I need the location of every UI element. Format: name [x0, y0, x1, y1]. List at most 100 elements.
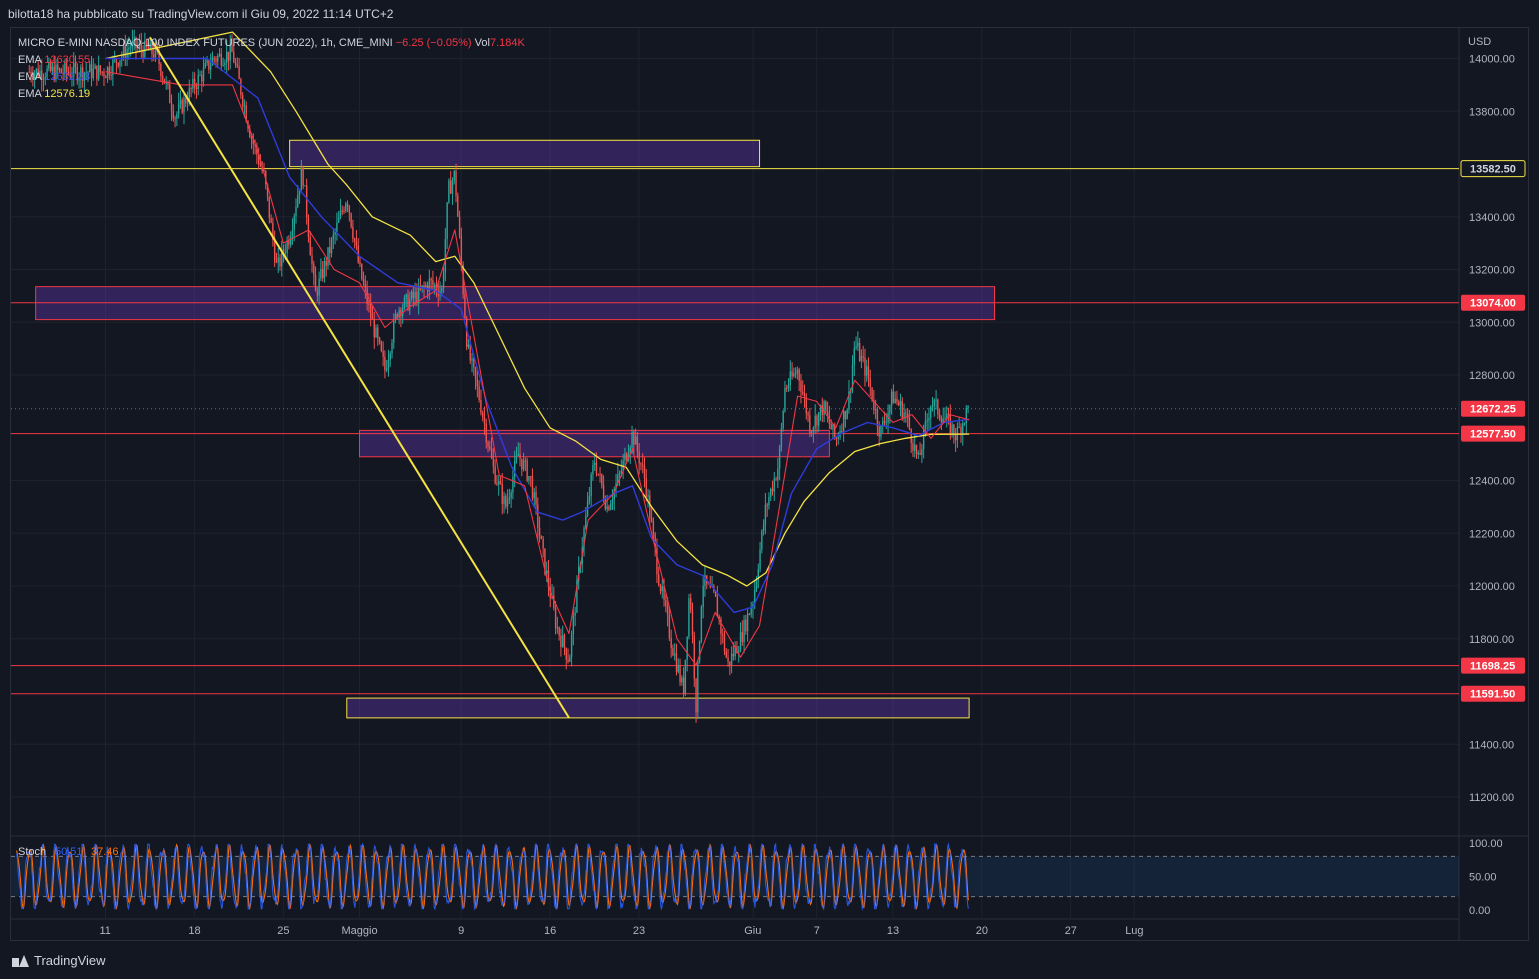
candle-body — [362, 279, 365, 284]
candle-body — [650, 518, 653, 522]
candle-body — [633, 431, 635, 445]
candle-body — [572, 615, 575, 634]
candle-body — [371, 317, 374, 320]
candle-body — [270, 218, 272, 223]
candle-body — [535, 492, 537, 505]
candle-body — [492, 458, 495, 467]
candle-body — [451, 180, 454, 194]
candle-body — [869, 379, 871, 388]
candle-body — [478, 386, 480, 400]
candle-body — [732, 653, 735, 657]
candle-body — [958, 426, 960, 428]
candle-body — [297, 194, 299, 208]
candle-body — [508, 497, 511, 500]
candle-body — [410, 291, 413, 300]
candle-body — [361, 264, 363, 280]
candle-body — [284, 252, 287, 254]
candle-body — [538, 527, 541, 536]
candle-body — [277, 257, 279, 263]
candle-body — [846, 409, 848, 419]
candle-body — [359, 262, 361, 265]
candle-body — [775, 478, 777, 480]
candle-body — [698, 641, 701, 662]
candle-body — [442, 272, 445, 289]
price-tick-label: 14000.00 — [1469, 54, 1515, 66]
candle-body — [305, 185, 308, 218]
axis-currency-label: USD — [1468, 36, 1491, 48]
candle-body — [606, 506, 608, 510]
candle-body — [474, 367, 477, 380]
candle-body — [944, 418, 946, 420]
candle-body — [634, 436, 637, 445]
candle-body — [901, 401, 903, 419]
candle-body — [503, 496, 505, 504]
candle-body — [384, 356, 386, 371]
price-level-badge-text: 13582.50 — [1470, 164, 1516, 176]
candle-body — [540, 535, 543, 539]
candle-body — [373, 319, 375, 338]
candle-body — [275, 261, 278, 263]
stoch-tick-label: 50.00 — [1469, 872, 1497, 884]
candle-body — [307, 217, 310, 238]
candle-body — [554, 607, 557, 629]
candle-body — [368, 303, 370, 305]
candle-body — [858, 342, 861, 362]
main-plot-area[interactable] — [11, 29, 1459, 723]
price-change: −6.25 (−0.05%) — [395, 37, 472, 49]
candle-body — [638, 451, 640, 464]
chart-svg[interactable]: USD14000.0013800.0013400.0013200.0013000… — [0, 0, 1539, 942]
candle-body — [574, 612, 576, 616]
candle-body — [453, 171, 455, 181]
stoch-plot-area[interactable] — [11, 842, 1459, 911]
candle-body — [770, 488, 772, 497]
candle-body — [494, 466, 496, 484]
candle-body — [517, 453, 519, 456]
candle-body — [510, 492, 512, 498]
candle-body — [826, 411, 829, 416]
time-tick-label: 23 — [633, 925, 645, 937]
candle-body — [674, 653, 676, 656]
legend-ema-fast[interactable]: EMA 12630.55 — [18, 52, 525, 69]
candle-body — [405, 294, 407, 298]
candle-body — [618, 473, 621, 475]
candle-body — [716, 596, 719, 617]
candle-body — [748, 613, 751, 615]
legend-ema-mid[interactable]: EMA 12632.03 — [18, 69, 525, 86]
candle-body — [642, 464, 644, 466]
candle-body — [670, 637, 672, 649]
symbol-name[interactable]: MICRO E-MINI NASDAQ-100 INDEX FUTURES (J… — [18, 37, 393, 49]
tradingview-logo[interactable]: TradingView — [12, 953, 106, 968]
candle-body — [526, 460, 528, 481]
ema-label: EMA — [18, 71, 42, 83]
candle-body — [316, 291, 319, 296]
candle-body — [921, 449, 923, 455]
legend-ema-slow[interactable]: EMA 12576.19 — [18, 86, 525, 103]
candle-body — [675, 653, 678, 672]
candle-body — [855, 346, 857, 349]
candle-body — [866, 366, 868, 376]
candle-body — [483, 417, 486, 424]
zone-rectangle — [346, 697, 970, 719]
candle-body — [570, 633, 573, 657]
candle-body — [867, 366, 870, 380]
candle-body — [889, 405, 891, 414]
chart-legend: MICRO E-MINI NASDAQ-100 INDEX FUTURES (J… — [18, 35, 525, 103]
candle-body — [321, 269, 324, 279]
candle-body — [722, 633, 724, 635]
candle-body — [448, 180, 450, 203]
candle-body — [914, 444, 916, 451]
candle-body — [896, 398, 898, 403]
candle-body — [658, 574, 660, 586]
candle-body — [798, 369, 800, 381]
candle-body — [864, 357, 866, 376]
candle-body — [963, 423, 966, 425]
candle-body — [505, 496, 507, 507]
time-tick-label: 20 — [976, 925, 988, 937]
candle-body — [529, 476, 532, 478]
candle-body — [343, 210, 345, 212]
candle-body — [802, 391, 804, 394]
candle-body — [931, 405, 934, 407]
candle-body — [794, 373, 797, 375]
candle-body — [786, 387, 788, 389]
candle-body — [521, 458, 523, 470]
